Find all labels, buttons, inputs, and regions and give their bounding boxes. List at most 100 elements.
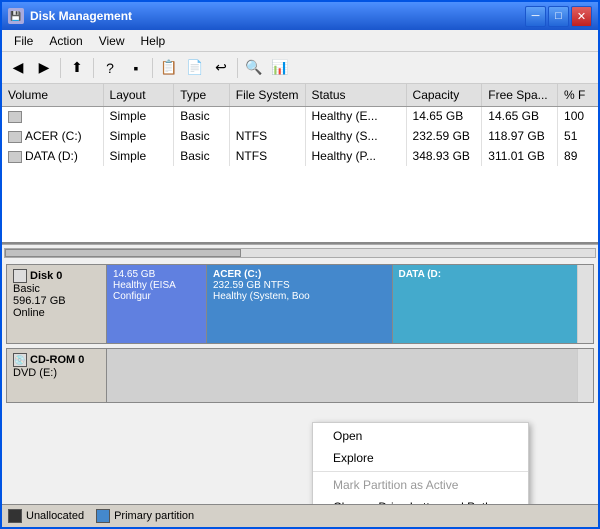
cell-freespace-3: 311.01 GB	[482, 146, 558, 166]
cell-percent-2: 51	[558, 126, 598, 146]
forward-button[interactable]: ▶	[32, 56, 56, 80]
cdrom-0-row: 💿 CD-ROM 0 DVD (E:)	[6, 348, 594, 403]
legend-primary-label: Primary partition	[114, 510, 194, 522]
title-bar: 💾 Disk Management ─ □ ✕	[2, 2, 598, 30]
cell-status-1: Healthy (E...	[305, 106, 406, 126]
toolbar-separator-1	[60, 58, 61, 78]
cdrom-type: DVD (E:)	[13, 367, 100, 379]
ctx-explore[interactable]: Explore	[313, 447, 528, 469]
cell-type-3: Basic	[174, 146, 230, 166]
menu-view[interactable]: View	[91, 32, 133, 50]
cell-capacity-2: 232.59 GB	[406, 126, 482, 146]
cell-volume-1	[2, 106, 103, 126]
cdrom-0-label: 💿 CD-ROM 0 DVD (E:)	[7, 349, 107, 402]
disk-list[interactable]: Volume Layout Type File System Status Ca…	[2, 84, 598, 244]
toolbar-separator-4	[237, 58, 238, 78]
cell-fs-3: NTFS	[229, 146, 305, 166]
cell-type-1: Basic	[174, 106, 230, 126]
disk-0-icon-row: Disk 0	[13, 269, 100, 283]
cell-capacity-3: 348.93 GB	[406, 146, 482, 166]
data-label: DATA (D:	[399, 269, 572, 280]
undo-button[interactable]: ↩	[209, 56, 233, 80]
square-button[interactable]: ▪	[124, 56, 148, 80]
legend: Unallocated Primary partition	[2, 504, 598, 527]
scroll-thumb[interactable]	[5, 249, 241, 257]
cdrom-partitions	[107, 349, 577, 402]
col-header-type[interactable]: Type	[174, 84, 230, 106]
disk-0-status: Online	[13, 307, 100, 319]
table-row[interactable]: DATA (D:) Simple Basic NTFS Healthy (P..…	[2, 146, 598, 166]
ctx-sep-1	[313, 471, 528, 472]
toolbar-separator-2	[93, 58, 94, 78]
col-header-status[interactable]: Status	[305, 84, 406, 106]
menu-file[interactable]: File	[6, 32, 41, 50]
col-header-freespace[interactable]: Free Spa...	[482, 84, 558, 106]
cdrom-icon-row: 💿 CD-ROM 0	[13, 353, 100, 367]
scroll-track[interactable]	[4, 248, 596, 258]
cell-fs-2: NTFS	[229, 126, 305, 146]
cell-capacity-1: 14.65 GB	[406, 106, 482, 126]
eisa-detail: Healthy (EISA Configur	[113, 280, 200, 302]
cdrom-scrollbar	[577, 349, 593, 402]
toolbar: ◀ ▶ ⬆ ? ▪ 📋 📄 ↩ 🔍 📊	[2, 52, 598, 84]
cell-type-2: Basic	[174, 126, 230, 146]
help-button[interactable]: ?	[98, 56, 122, 80]
acer-detail: Healthy (System, Boo	[213, 291, 386, 302]
disk-view-scrollbar[interactable]	[577, 265, 593, 343]
ctx-change-letter[interactable]: Change Drive Letter and Paths...	[313, 496, 528, 504]
toolbar-separator-3	[152, 58, 153, 78]
paste-button[interactable]: 📄	[183, 56, 207, 80]
disk-0-acer-partition[interactable]: ACER (C:) 232.59 GB NTFS Healthy (System…	[207, 265, 393, 343]
acer-label: ACER (C:)	[213, 269, 386, 280]
chart-button[interactable]: 📊	[268, 56, 292, 80]
cell-volume-3: DATA (D:)	[2, 146, 103, 166]
table-row[interactable]: Simple Basic Healthy (E... 14.65 GB 14.6…	[2, 106, 598, 126]
disk-0-size: 596.17 GB	[13, 295, 100, 307]
legend-primary: Primary partition	[96, 509, 194, 523]
disk-0-type: Basic	[13, 283, 100, 295]
search-button[interactable]: 🔍	[242, 56, 266, 80]
col-header-layout[interactable]: Layout	[103, 84, 174, 106]
disk-list-scrollbar[interactable]	[2, 244, 598, 260]
cell-layout-2: Simple	[103, 126, 174, 146]
close-button[interactable]: ✕	[571, 6, 592, 27]
ctx-open[interactable]: Open	[313, 425, 528, 447]
copy-button[interactable]: 📋	[157, 56, 181, 80]
table-row[interactable]: ACER (C:) Simple Basic NTFS Healthy (S..…	[2, 126, 598, 146]
menu-action[interactable]: Action	[41, 32, 90, 50]
disk-table: Volume Layout Type File System Status Ca…	[2, 84, 598, 166]
col-header-capacity[interactable]: Capacity	[406, 84, 482, 106]
legend-unallocated-box	[8, 509, 22, 523]
ctx-mark-active: Mark Partition as Active	[313, 474, 528, 496]
col-header-fs[interactable]: File System	[229, 84, 305, 106]
back-button[interactable]: ◀	[6, 56, 30, 80]
disk-0-eisa-partition[interactable]: 14.65 GB Healthy (EISA Configur	[107, 265, 207, 343]
legend-unallocated-label: Unallocated	[26, 510, 84, 522]
up-button[interactable]: ⬆	[65, 56, 89, 80]
title-buttons: ─ □ ✕	[525, 6, 592, 27]
cell-volume-2: ACER (C:)	[2, 126, 103, 146]
cell-layout-3: Simple	[103, 146, 174, 166]
cell-status-3: Healthy (P...	[305, 146, 406, 166]
window-icon: 💾	[8, 8, 24, 24]
cell-status-2: Healthy (S...	[305, 126, 406, 146]
col-header-percent[interactable]: % F	[558, 84, 598, 106]
disk-0-partitions: 14.65 GB Healthy (EISA Configur ACER (C:…	[107, 265, 577, 343]
maximize-button[interactable]: □	[548, 6, 569, 27]
title-bar-left: 💾 Disk Management	[8, 8, 132, 24]
col-header-volume[interactable]: Volume	[2, 84, 103, 106]
eisa-size: 14.65 GB	[113, 269, 200, 280]
disk-0-label: Disk 0 Basic 596.17 GB Online	[7, 265, 107, 343]
main-content: Volume Layout Type File System Status Ca…	[2, 84, 598, 527]
cell-layout-1: Simple	[103, 106, 174, 126]
disk-management-window: 💾 Disk Management ─ □ ✕ File Action View…	[0, 0, 600, 529]
disk-0-row: Disk 0 Basic 596.17 GB Online 14.65 GB H…	[6, 264, 594, 344]
disk-0-data-partition[interactable]: DATA (D:	[393, 265, 578, 343]
minimize-button[interactable]: ─	[525, 6, 546, 27]
cell-percent-1: 100	[558, 106, 598, 126]
menu-help[interactable]: Help	[133, 32, 174, 50]
legend-unallocated: Unallocated	[8, 509, 84, 523]
disk-view: Disk 0 Basic 596.17 GB Online 14.65 GB H…	[2, 260, 598, 504]
disk-0-name: Disk 0	[30, 270, 62, 282]
legend-primary-box	[96, 509, 110, 523]
